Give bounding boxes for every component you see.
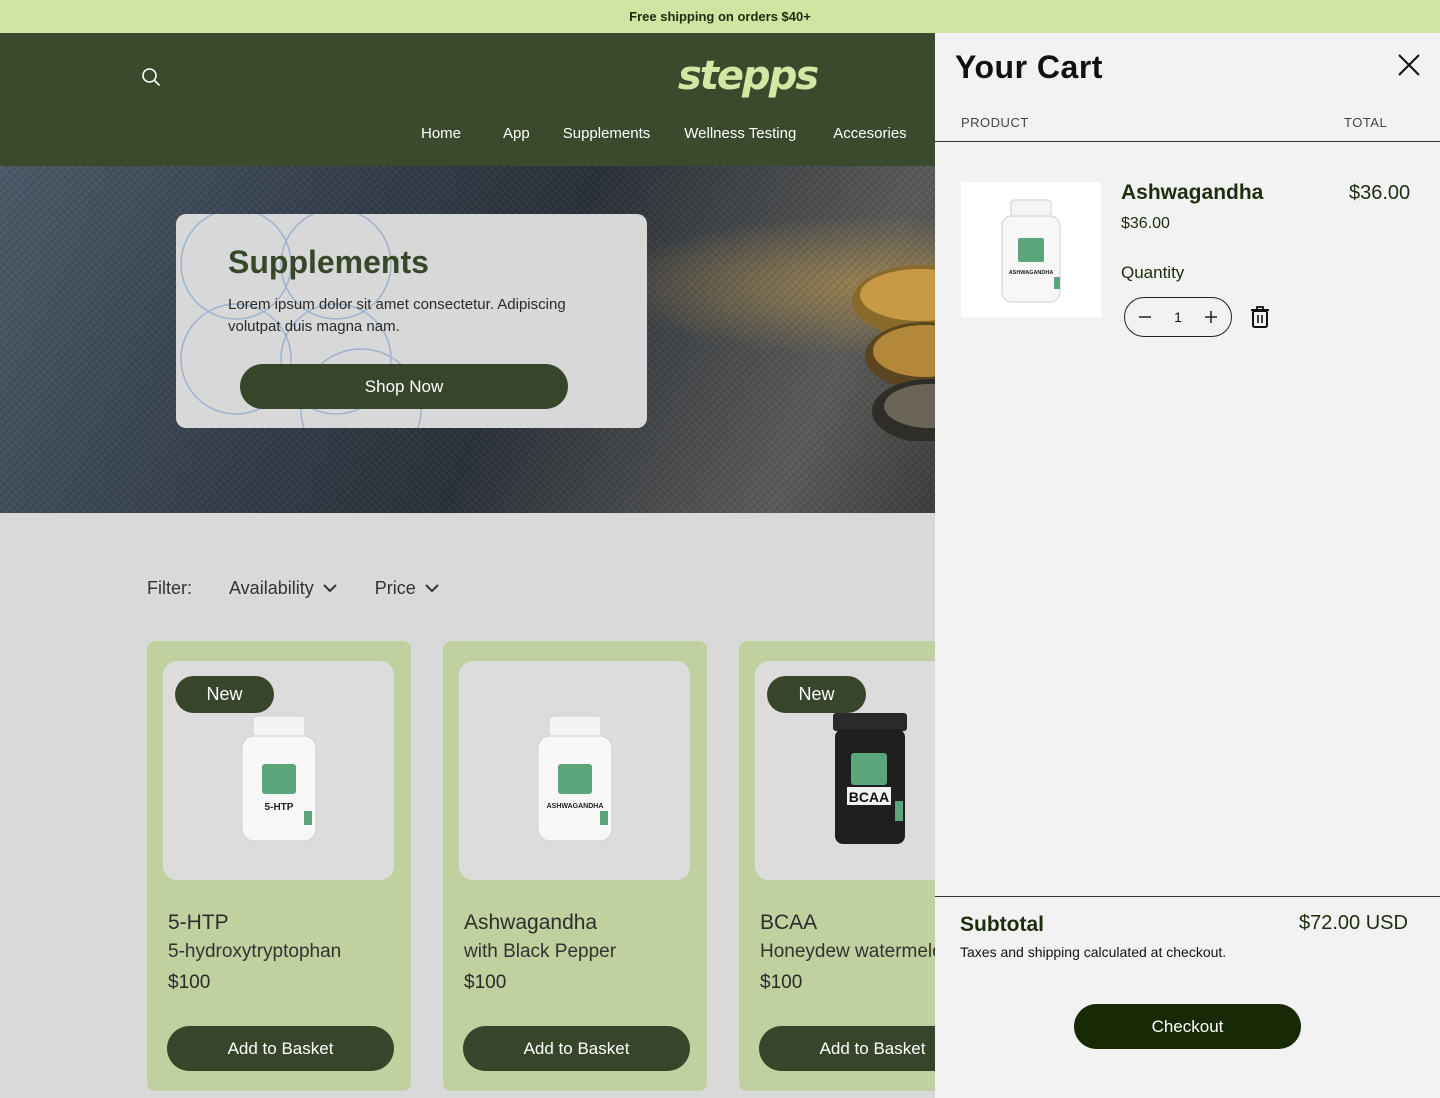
quantity-value[interactable]: 1 bbox=[1174, 309, 1182, 325]
filter-label: Filter: bbox=[147, 578, 192, 598]
product-image[interactable]: ASHWAGANDHA bbox=[459, 661, 690, 880]
supplement-bottle-image: ASHWAGANDHA bbox=[537, 715, 613, 842]
product-subtitle: with Black Pepper bbox=[464, 941, 617, 962]
trash-icon[interactable] bbox=[1249, 305, 1271, 329]
product-price: $100 bbox=[464, 972, 507, 993]
tax-note: Taxes and shipping calculated at checkou… bbox=[960, 944, 1227, 960]
new-badge: New bbox=[175, 676, 274, 713]
price-filter-label: Price bbox=[374, 578, 416, 598]
product-price: $100 bbox=[760, 972, 803, 993]
nav-accessories[interactable]: Accesories bbox=[833, 121, 906, 146]
cart-drawer: Your Cart PRODUCT TOTAL ASHWAGANDHA Ashw… bbox=[935, 33, 1440, 1098]
nav-wellness-testing[interactable]: Wellness Testing bbox=[684, 121, 796, 146]
announcement-text: Free shipping on orders $40+ bbox=[629, 9, 811, 24]
product-name[interactable]: 5-HTP bbox=[168, 911, 229, 935]
main-nav: Home App Supplements Wellness Testing Ac… bbox=[405, 121, 907, 146]
product-card[interactable]: 5-HTP New 5-HTP 5-hydroxytryptophan $100… bbox=[147, 641, 411, 1091]
capsules-image bbox=[852, 265, 935, 441]
divider bbox=[935, 141, 1440, 142]
column-header-product: PRODUCT bbox=[961, 115, 1029, 130]
cart-item-unit-price: $36.00 bbox=[1121, 215, 1170, 232]
new-badge: New bbox=[767, 676, 866, 713]
add-to-basket-button[interactable]: Add to Basket bbox=[463, 1026, 690, 1071]
product-subtitle: 5-hydroxytryptophan bbox=[168, 941, 342, 962]
supplement-bottle-image: ASHWAGANDHA bbox=[1001, 199, 1061, 303]
filter-bar: Filter: Availability Price bbox=[147, 578, 477, 599]
nav-supplements[interactable]: Supplements bbox=[563, 121, 651, 146]
cart-item-image[interactable]: ASHWAGANDHA bbox=[961, 182, 1101, 317]
quantity-stepper: 1 bbox=[1124, 297, 1232, 337]
hero-card: Supplements Lorem ipsum dolor sit amet c… bbox=[176, 214, 647, 428]
nav-app[interactable]: App bbox=[503, 121, 530, 146]
plus-icon[interactable] bbox=[1201, 307, 1221, 327]
subtotal-label: Subtotal bbox=[960, 913, 1044, 936]
product-card[interactable]: ASHWAGANDHA Ashwagandha with Black Peppe… bbox=[443, 641, 707, 1091]
cart-title: Your Cart bbox=[955, 49, 1103, 85]
hero-title: Supplements bbox=[228, 244, 429, 280]
tub-label-text: BCAA bbox=[849, 789, 889, 805]
bottle-label-text: ASHWAGANDHA bbox=[1009, 270, 1054, 276]
price-filter[interactable]: Price bbox=[375, 578, 439, 599]
column-header-total: TOTAL bbox=[1344, 115, 1388, 130]
product-name[interactable]: Ashwagandha bbox=[464, 911, 597, 935]
hero-description: Lorem ipsum dolor sit amet consectetur. … bbox=[228, 296, 566, 335]
nav-home[interactable]: Home bbox=[421, 121, 461, 146]
availability-filter-label: Availability bbox=[229, 578, 314, 598]
subtotal-value: $72.00 USD bbox=[1299, 912, 1408, 934]
minus-icon[interactable] bbox=[1135, 307, 1155, 327]
product-name[interactable]: BCAA bbox=[760, 911, 817, 935]
hero-banner: Supplements Lorem ipsum dolor sit amet c… bbox=[0, 166, 935, 513]
close-icon[interactable] bbox=[1395, 51, 1423, 79]
product-image[interactable]: 5-HTP New bbox=[163, 661, 394, 880]
shop-now-button[interactable]: Shop Now bbox=[240, 364, 568, 409]
search-icon[interactable] bbox=[140, 66, 162, 88]
announcement-bar: Free shipping on orders $40+ bbox=[0, 0, 1440, 33]
product-subtitle: Honeydew watermelon bbox=[760, 941, 954, 962]
divider bbox=[935, 896, 1440, 897]
bottle-label-text: 5-HTP bbox=[265, 802, 294, 813]
availability-filter[interactable]: Availability bbox=[229, 578, 337, 599]
chevron-down-icon bbox=[425, 584, 439, 593]
chevron-down-icon bbox=[323, 584, 337, 593]
checkout-button[interactable]: Checkout bbox=[1074, 1004, 1301, 1049]
cart-item-name[interactable]: Ashwagandha bbox=[1121, 181, 1263, 205]
bottle-label-text: ASHWAGANDHA bbox=[547, 803, 604, 810]
product-price: $100 bbox=[168, 972, 211, 993]
cart-item-total: $36.00 bbox=[1349, 182, 1411, 204]
quantity-label: Quantity bbox=[1121, 263, 1185, 282]
brand-logo[interactable]: stepps bbox=[678, 53, 819, 99]
add-to-basket-button[interactable]: Add to Basket bbox=[167, 1026, 394, 1071]
